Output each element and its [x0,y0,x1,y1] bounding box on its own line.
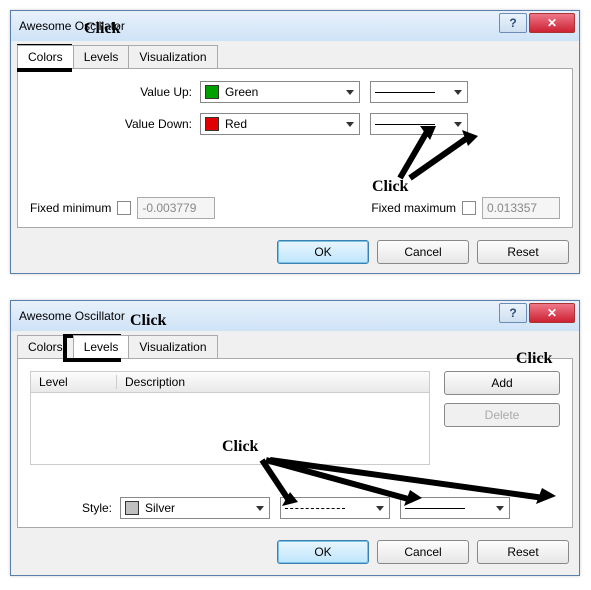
tab-levels[interactable]: Levels [73,335,130,358]
tab-colors[interactable]: Colors [17,335,74,358]
value-down-color-combo[interactable]: Red [200,113,360,135]
style-linewidth-combo[interactable] [400,497,510,519]
tab-levels[interactable]: Levels [73,45,130,68]
line-dashed-icon [285,508,345,509]
levels-table-body[interactable] [30,393,430,465]
tab-panel-levels: Level Description Add Delete Style: Silv… [17,358,573,528]
fixed-max-value: 0.013357 [482,197,560,219]
delete-button: Delete [444,403,560,427]
help-button[interactable]: ? [499,303,527,323]
titlebar[interactable]: Awesome Oscillator ? ✕ [11,301,579,331]
value-up-color-combo[interactable]: Green [200,81,360,103]
cancel-button[interactable]: Cancel [377,540,469,564]
ok-button[interactable]: OK [277,540,369,564]
color-swatch-icon [205,85,219,99]
fixed-min-value: -0.003779 [137,197,215,219]
cancel-button[interactable]: Cancel [377,240,469,264]
style-label: Style: [30,501,120,515]
tab-bar: Colors Levels Visualization [17,45,573,68]
line-solid-icon [405,508,465,509]
style-color-combo[interactable]: Silver [120,497,270,519]
dialog-buttons: OK Cancel Reset [11,534,579,570]
fixed-min-checkbox[interactable] [117,201,131,215]
value-up-linestyle-combo[interactable] [370,81,468,103]
reset-button[interactable]: Reset [477,540,569,564]
levels-table-header: Level Description [30,371,430,393]
value-up-color-text: Green [225,85,258,99]
color-swatch-icon [125,501,139,515]
window-title: Awesome Oscillator [19,309,125,323]
add-button[interactable]: Add [444,371,560,395]
close-button[interactable]: ✕ [529,303,575,323]
col-level[interactable]: Level [31,375,117,389]
tab-colors[interactable]: Colors [17,45,74,68]
titlebar[interactable]: Awesome Oscillator ? ✕ [11,11,579,41]
close-button[interactable]: ✕ [529,13,575,33]
line-solid-icon [375,124,435,125]
dialog-levels: Awesome Oscillator ? ✕ Colors Levels Vis… [10,300,580,576]
fixed-min-label: Fixed minimum [30,201,111,215]
color-swatch-icon [205,117,219,131]
value-down-label: Value Down: [30,117,200,131]
tab-bar: Colors Levels Visualization [17,335,573,358]
tab-visualization[interactable]: Visualization [128,335,217,358]
reset-button[interactable]: Reset [477,240,569,264]
tab-panel-colors: Value Up: Green Value Down: Red Fixed mi… [17,68,573,228]
col-description[interactable]: Description [117,375,429,389]
style-linestyle-combo[interactable] [280,497,390,519]
dialog-buttons: OK Cancel Reset [11,234,579,270]
help-button[interactable]: ? [499,13,527,33]
value-down-linestyle-combo[interactable] [370,113,468,135]
fixed-max-checkbox[interactable] [462,201,476,215]
dialog-colors: Awesome Oscillator ? ✕ Colors Levels Vis… [10,10,580,274]
line-solid-icon [375,92,435,93]
ok-button[interactable]: OK [277,240,369,264]
value-down-color-text: Red [225,117,247,131]
window-title: Awesome Oscillator [19,19,125,33]
tab-visualization[interactable]: Visualization [128,45,217,68]
style-color-text: Silver [145,501,175,515]
fixed-max-label: Fixed maximum [371,201,456,215]
value-up-label: Value Up: [30,85,200,99]
